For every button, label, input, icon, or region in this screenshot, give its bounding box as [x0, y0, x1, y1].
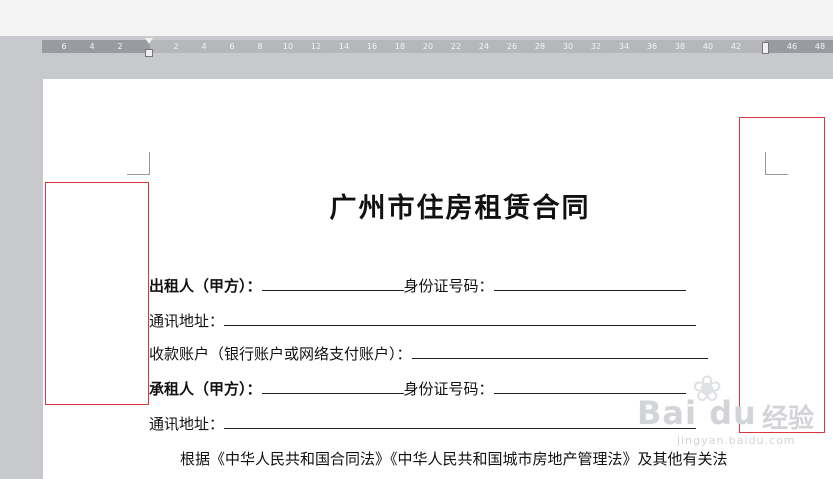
lessee-address-field[interactable] — [224, 413, 697, 429]
margin-corner-mark — [127, 152, 150, 175]
ruler-tick: 34 — [618, 42, 630, 51]
lessor-id-label: 身份证号码： — [403, 277, 494, 295]
ruler-tick: 28 — [534, 42, 546, 51]
left-indent-marker[interactable] — [145, 49, 153, 57]
highlight-box-left — [45, 182, 149, 405]
ruler-tick: 10 — [282, 42, 294, 51]
lessee-address-line: 通讯地址： — [149, 413, 697, 435]
ruler-tick: 36 — [646, 42, 658, 51]
ruler-tick: 22 — [450, 42, 462, 51]
lessee-name-field[interactable] — [261, 378, 404, 394]
ruler-tick: 2 — [173, 42, 179, 51]
ruler-tick: 8 — [257, 42, 263, 51]
ruler-tick: 12 — [310, 42, 322, 51]
baidu-jingyan-watermark: ❀ Bai du 经验 jingyan.baidu.com — [637, 372, 827, 462]
lessee-id-label: 身份证号码： — [403, 380, 494, 398]
ruler-tick: 40 — [702, 42, 714, 51]
ruler-tick: 18 — [394, 42, 406, 51]
lessor-address-field[interactable] — [224, 310, 697, 326]
ruler-tick: 24 — [478, 42, 490, 51]
ruler-tick: 26 — [506, 42, 518, 51]
ruler-tick: 6 — [61, 42, 67, 51]
account-field[interactable] — [411, 343, 708, 359]
right-indent-marker[interactable] — [762, 42, 769, 54]
lessor-address-label: 通讯地址： — [149, 312, 225, 330]
ruler-tick: 16 — [366, 42, 378, 51]
lessee-address-label: 通讯地址： — [149, 415, 225, 433]
ruler-tick: 30 — [562, 42, 574, 51]
account-line: 收款账户（银行账户或网络支付账户）： — [149, 343, 708, 365]
lessor-label: 出租人（甲方）： — [149, 277, 262, 295]
ruler-tick: 48 — [814, 42, 826, 51]
ruler-tick: 32 — [590, 42, 602, 51]
document-title: 广州市住房租赁合同 — [329, 193, 591, 224]
ruler-tick: 14 — [338, 42, 350, 51]
lessee-label: 承租人（甲方）： — [149, 380, 262, 398]
lessor-address-line: 通讯地址： — [149, 310, 697, 332]
lessee-line: 承租人（甲方）： 身份证号码： — [149, 378, 686, 400]
ruler-tick: 4 — [201, 42, 207, 51]
toolbar-area — [0, 0, 833, 36]
first-line-indent-marker[interactable] — [145, 38, 153, 44]
ruler-tick: 4 — [89, 42, 95, 51]
account-label: 收款账户（银行账户或网络支付账户）： — [149, 345, 412, 363]
ruler-tick: 6 — [229, 42, 235, 51]
lessor-id-field[interactable] — [493, 275, 686, 291]
ruler-tick: 20 — [422, 42, 434, 51]
lessor-line: 出租人（甲方）： 身份证号码： — [149, 275, 686, 297]
ruler-tick: 38 — [674, 42, 686, 51]
lessor-name-field[interactable] — [261, 275, 404, 291]
watermark-product: 经验 — [762, 404, 815, 434]
ruler-tick: 46 — [786, 42, 798, 51]
watermark-brand: Bai du — [637, 394, 757, 432]
watermark-url: jingyan.baidu.com — [677, 434, 796, 447]
ruler-tick: 42 — [730, 42, 742, 51]
ruler-tick: 2 — [117, 42, 123, 51]
horizontal-ruler[interactable]: 6 4 2 2 4 6 8 10 12 14 16 18 20 22 24 26… — [42, 40, 833, 53]
